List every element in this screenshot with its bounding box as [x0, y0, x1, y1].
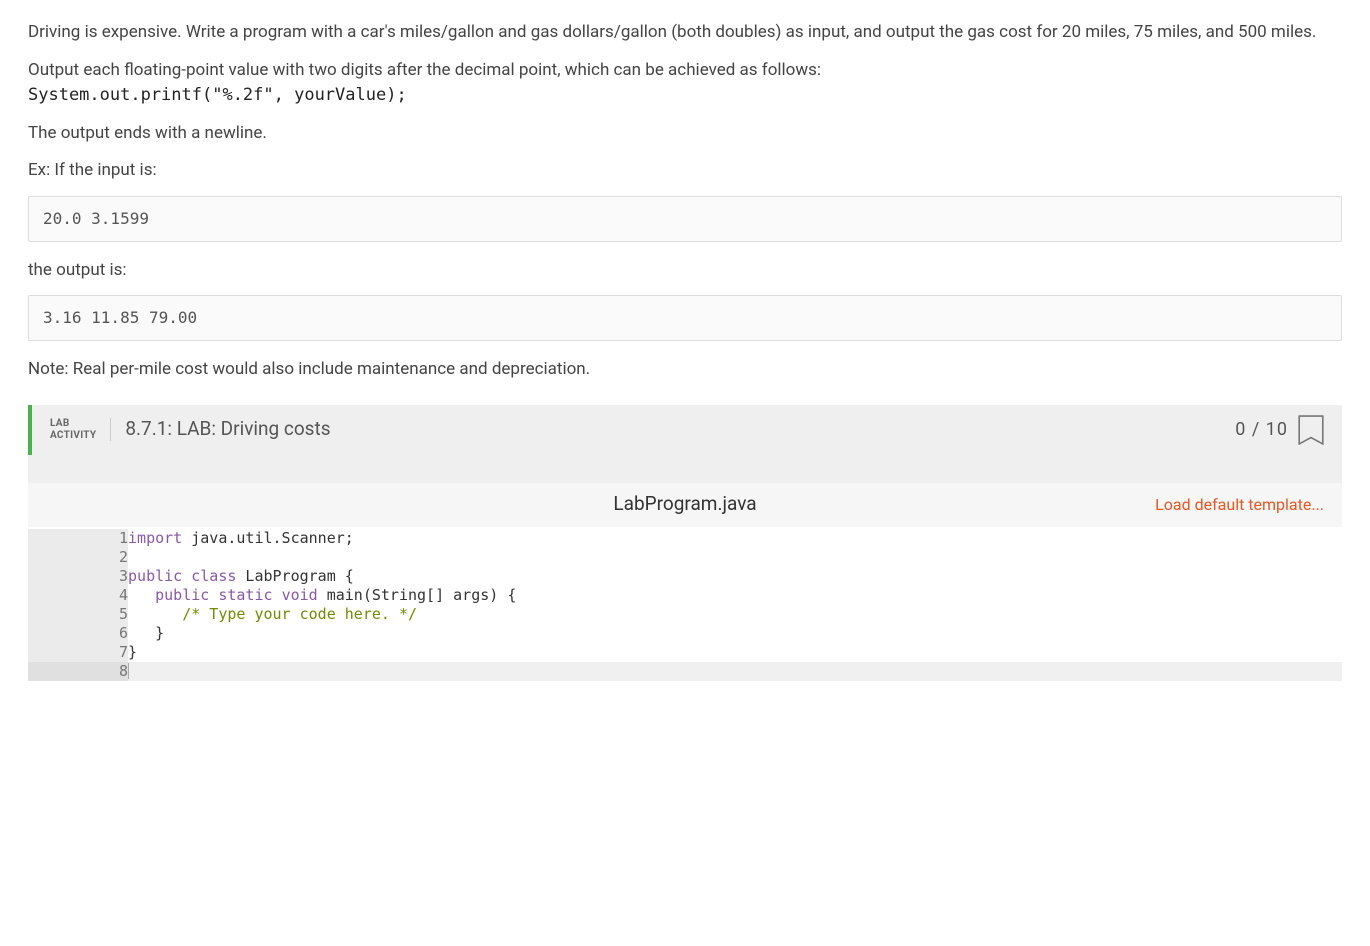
line-number: 5	[28, 605, 128, 624]
problem-text-1: Driving is expensive. Write a program wi…	[28, 20, 1342, 46]
code-line[interactable]: /* Type your code here. */	[128, 605, 1342, 624]
code-line[interactable]	[128, 548, 1342, 567]
code-line[interactable]: import java.util.Scanner;	[128, 529, 1342, 548]
line-number: 2	[28, 548, 128, 567]
problem-text-6: Note: Real per-mile cost would also incl…	[28, 357, 1342, 383]
line-number: 1	[28, 529, 128, 548]
problem-text-2: Output each floating-point value with tw…	[28, 58, 1342, 109]
line-number: 8	[28, 662, 128, 681]
code-editor[interactable]: 1import java.util.Scanner;23public class…	[28, 527, 1342, 797]
output-example-box: 3.16 11.85 79.00	[28, 295, 1342, 341]
code-line[interactable]: }	[128, 624, 1342, 643]
line-number: 6	[28, 624, 128, 643]
lab-activity-badge: LAB ACTIVITY	[50, 418, 111, 441]
code-line[interactable]: }	[128, 643, 1342, 662]
code-hint: System.out.printf("%.2f", yourValue);	[28, 85, 407, 105]
file-name-tab[interactable]: LabProgram.java	[613, 490, 756, 519]
line-number: 3	[28, 567, 128, 586]
problem-text-5: the output is:	[28, 258, 1342, 284]
code-line[interactable]: public static void main(String[] args) {	[128, 586, 1342, 605]
lab-score: 0 / 10	[1235, 416, 1288, 443]
lab-activity-panel: LAB ACTIVITY 8.7.1: LAB: Driving costs 0…	[28, 405, 1342, 455]
input-example-box: 20.0 3.1599	[28, 196, 1342, 242]
code-line[interactable]	[128, 662, 1342, 681]
code-line[interactable]: public class LabProgram {	[128, 567, 1342, 586]
editor-container: LabProgram.java Load default template...…	[28, 483, 1342, 797]
line-number: 4	[28, 586, 128, 605]
bookmark-icon[interactable]	[1298, 415, 1324, 445]
problem-description: Driving is expensive. Write a program wi…	[28, 20, 1342, 383]
editor-tabbar: LabProgram.java Load default template...	[28, 483, 1342, 527]
lab-header: LAB ACTIVITY 8.7.1: LAB: Driving costs 0…	[32, 405, 1342, 455]
problem-text-3: The output ends with a newline.	[28, 121, 1342, 147]
problem-text-4: Ex: If the input is:	[28, 158, 1342, 184]
load-default-template-link[interactable]: Load default template...	[1155, 493, 1342, 517]
line-number: 7	[28, 643, 128, 662]
editor-spacer	[28, 455, 1342, 483]
lab-title: 8.7.1: LAB: Driving costs	[125, 415, 1235, 444]
